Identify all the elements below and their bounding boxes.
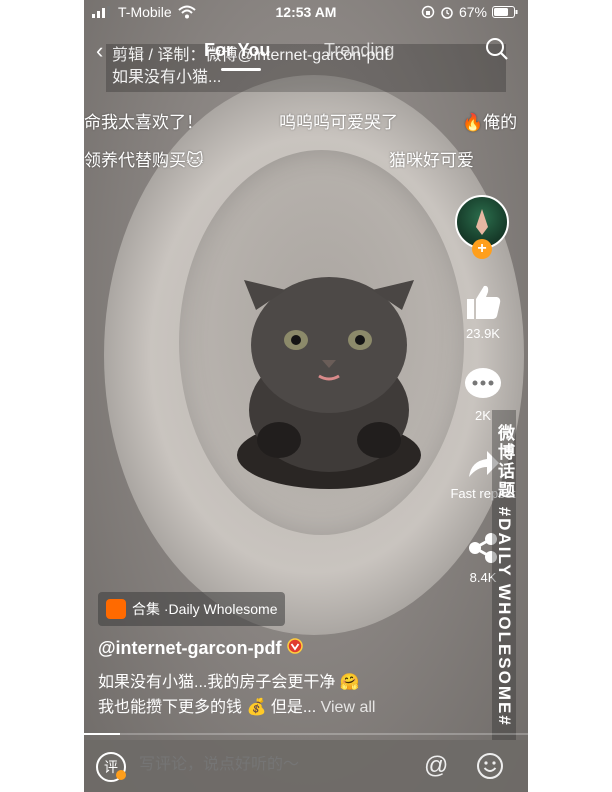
- tab-active-indicator: [221, 68, 261, 71]
- danmaku-comment: 🔥俺的: [462, 113, 518, 132]
- danmaku-comment: 呜呜呜可爱哭了: [279, 113, 398, 132]
- collection-stack-icon: [106, 599, 126, 619]
- view-all-link[interactable]: View all: [321, 699, 376, 716]
- like-button[interactable]: 23.9K: [448, 283, 518, 341]
- fire-icon: 🔥: [462, 113, 484, 132]
- caption-line-1: 如果没有小猫...我的房子会更干净 🤗: [98, 674, 360, 691]
- collection-chip[interactable]: 合集 ·Daily Wholesome: [98, 592, 286, 626]
- cat-emoji-icon: 🐱: [186, 151, 204, 170]
- like-count: 23.9K: [466, 326, 500, 341]
- battery-icon: [492, 6, 518, 18]
- video-progress-bar[interactable]: [84, 733, 528, 735]
- follow-plus-button[interactable]: +: [472, 239, 492, 259]
- battery-percent: 67%: [458, 4, 487, 20]
- back-chevron-icon[interactable]: ‹: [96, 38, 103, 64]
- caption-line-2: 我也能攒下更多的钱 💰 但是...: [98, 699, 321, 716]
- mention-at-icon[interactable]: @: [424, 752, 448, 780]
- post-caption: 如果没有小猫...我的房子会更干净 🤗 我也能攒下更多的钱 💰 但是... Vi…: [98, 670, 438, 720]
- credit-line-2: 如果没有小猫...: [112, 69, 222, 86]
- alarm-icon: [441, 7, 453, 19]
- post-username[interactable]: @internet-garcon-pdf: [98, 638, 303, 659]
- danmaku-comment: 领养代替购买🐱: [84, 151, 204, 170]
- hashtag-banner[interactable]: 微博话题 #DAILY WHOLESOME#: [492, 410, 516, 740]
- comment-input[interactable]: [139, 756, 389, 774]
- collection-label: 合集 ·Daily Wholesome: [132, 601, 278, 617]
- status-bar: T-Mobile 12:53 AM 67%: [84, 0, 528, 26]
- tab-trending[interactable]: Trending: [324, 40, 394, 61]
- emoji-icon[interactable]: [476, 752, 504, 780]
- progress-fill: [84, 733, 120, 735]
- top-nav: ‹ For You Trending: [84, 36, 528, 71]
- video-screen: T-Mobile 12:53 AM 67% 剪辑 / 译制：微博@interne…: [84, 0, 528, 792]
- badge-dot: [116, 770, 126, 780]
- thumbs-up-icon: [467, 285, 501, 319]
- search-icon[interactable]: [484, 36, 510, 62]
- danmaku-comment: 猫咪好可爱: [389, 151, 474, 170]
- tab-for-you[interactable]: For You: [204, 40, 270, 61]
- kitten-image: [237, 277, 421, 489]
- comment-bubble-icon: [465, 368, 501, 398]
- comment-bar: 评 @: [84, 740, 528, 792]
- danmaku-comment: 命我太喜欢了！: [84, 113, 203, 132]
- lock-rotation-icon: [421, 5, 435, 19]
- verified-badge-icon: [286, 638, 303, 654]
